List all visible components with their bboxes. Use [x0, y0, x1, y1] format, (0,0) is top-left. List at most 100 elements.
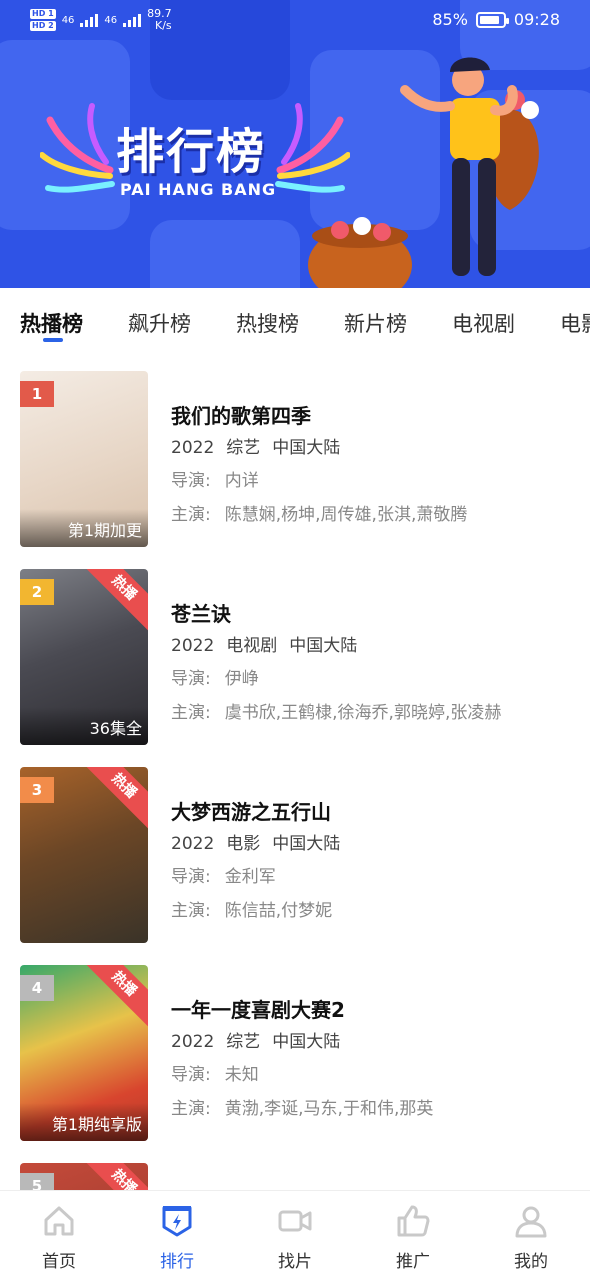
item-cast: 主演: 陈信喆,付梦妮: [171, 896, 332, 921]
nav-promote-label: 推广: [396, 1252, 430, 1272]
ranking-item[interactable]: 3 热播 大梦西游之五行山 2022 电影 中国大陆 导演: 金利军 主演: 陈信喆,付…: [0, 754, 590, 944]
director-label: 导演:: [171, 1065, 211, 1085]
sim-indicators: HD 1 HD 2: [30, 9, 56, 31]
cast-value: 陈慧娴,杨坤,周传雄,张淇,萧敬腾: [224, 505, 468, 525]
tab-new-releases[interactable]: 新片榜: [344, 308, 407, 338]
item-genre: 综艺: [226, 438, 261, 458]
banner-bg-card: [150, 220, 300, 288]
item-genre: 电影: [226, 834, 261, 854]
signal2-label: 46: [104, 14, 118, 26]
item-region: 中国大陆: [272, 834, 341, 854]
item-cast: 主演: 黄渤,李诞,马东,于和伟,那英: [171, 1094, 433, 1119]
battery-icon: [475, 11, 509, 28]
item-director: 导演: 金利军: [171, 862, 276, 887]
hot-badge: 热播: [79, 965, 148, 1029]
rank-badge: 5: [20, 1173, 54, 1190]
episode-note: 36集全: [89, 719, 142, 738]
cast-value: 陈信喆,付梦妮: [224, 901, 333, 921]
rank-badge: 1: [20, 381, 54, 407]
item-region: 中国大陆: [272, 438, 341, 458]
director-label: 导演:: [171, 867, 211, 887]
status-bar: HD 1 HD 2 46 46 89.7 K/s 85% 09:28: [0, 0, 590, 42]
ranking-item[interactable]: 5 热播: [0, 1150, 590, 1190]
item-director: 导演: 未知: [171, 1060, 259, 1085]
item-director: 导演: 内详: [171, 466, 259, 491]
rank-badge: 2: [20, 579, 54, 605]
tab-hot-play[interactable]: 热播榜: [20, 308, 83, 338]
item-meta: 2022 电影 中国大陆: [171, 829, 352, 854]
home-icon: [44, 1206, 74, 1236]
item-director: 导演: 伊峥: [171, 664, 259, 689]
sim2-badge: HD 2: [30, 21, 56, 31]
item-cast: 主演: 虞书欣,王鹤棣,徐海乔,郭晓婷,张凌赫: [171, 698, 501, 723]
ranking-icon: [162, 1206, 192, 1237]
video-camera-icon: [278, 1210, 312, 1232]
hot-badge: 热播: [79, 767, 148, 831]
clock: 09:28: [513, 10, 560, 29]
ranking-item[interactable]: 2 热播 36集全 苍兰诀 2022 电视剧 中国大陆 导演: 伊峥 主演: 虞书欣,王…: [0, 556, 590, 746]
item-year: 2022: [171, 1032, 215, 1052]
sim1-badge: HD 1: [30, 9, 56, 19]
network-speed: 89.7 K/s: [147, 7, 172, 32]
item-meta: 2022 综艺 中国大陆: [171, 433, 352, 458]
banner-subtitle: PAI HANG BANG: [120, 180, 277, 199]
active-tab-indicator: [43, 338, 63, 342]
director-value: 伊峥: [224, 669, 259, 689]
item-region: 中国大陆: [289, 636, 358, 656]
item-title[interactable]: 苍兰诀: [171, 598, 231, 627]
episode-note: 第1期加更: [67, 521, 142, 540]
rank-badge: 4: [20, 975, 54, 1001]
signal1-label: 46: [61, 14, 75, 26]
ranking-item[interactable]: 4 热播 第1期纯享版 一年一度喜剧大赛2 2022 综艺 中国大陆 导演: 未知 主…: [0, 952, 590, 1142]
nav-home-label: 首页: [42, 1252, 76, 1272]
poster-image[interactable]: 5 热播: [20, 1163, 148, 1190]
cast-value: 虞书欣,王鹤棣,徐海乔,郭晓婷,张凌赫: [224, 703, 502, 723]
tab-movies[interactable]: 电影: [560, 308, 590, 338]
poster-image[interactable]: 1 第1期加更: [20, 371, 148, 547]
signal-icon: [80, 13, 99, 27]
hot-badge: 热播: [79, 1163, 148, 1190]
cast-label: 主演:: [171, 703, 211, 723]
item-cast: 主演: 陈慧娴,杨坤,周传雄,张淇,萧敬腾: [171, 500, 467, 525]
bottom-navigation: 首页 排行 找片 推广 我的: [0, 1190, 590, 1278]
item-genre: 电视剧: [226, 636, 278, 656]
director-label: 导演:: [171, 471, 211, 491]
item-meta: 2022 电视剧 中国大陆: [171, 631, 369, 656]
ranking-list: 1 第1期加更 我们的歌第四季 2022 综艺 中国大陆 导演: 内详 主演: 陈慧娴,…: [0, 358, 590, 1190]
poster-image[interactable]: 2 热播 36集全: [20, 569, 148, 745]
director-value: 未知: [224, 1065, 259, 1085]
person-with-gift-sack-illustration: [308, 57, 539, 288]
episode-note: 第1期纯享版: [51, 1115, 142, 1134]
signal-icon: [123, 13, 142, 27]
director-value: 金利军: [224, 867, 276, 887]
nav-promote[interactable]: 推广: [354, 1191, 472, 1278]
director-value: 内详: [224, 471, 259, 491]
banner-title: 排行榜: [116, 124, 267, 180]
item-title[interactable]: 我们的歌第四季: [171, 400, 311, 429]
nav-find-videos-label: 找片: [278, 1252, 312, 1272]
cast-label: 主演:: [171, 1099, 211, 1119]
item-genre: 综艺: [226, 1032, 261, 1052]
director-label: 导演:: [171, 669, 211, 689]
item-title[interactable]: 一年一度喜剧大赛2: [171, 994, 345, 1023]
cast-label: 主演:: [171, 505, 211, 525]
hot-badge: 热播: [79, 569, 148, 633]
tab-tv-series[interactable]: 电视剧: [452, 308, 515, 338]
item-title[interactable]: 大梦西游之五行山: [171, 796, 331, 825]
nav-home[interactable]: 首页: [0, 1191, 118, 1278]
tab-rising[interactable]: 飙升榜: [128, 308, 191, 338]
ranking-banner: HD 1 HD 2 46 46 89.7 K/s 85% 09:28 排行榜 P…: [0, 0, 590, 288]
nav-find-videos[interactable]: 找片: [236, 1191, 354, 1278]
nav-ranking-label: 排行: [160, 1252, 194, 1272]
battery-percent: 85%: [432, 10, 468, 29]
item-year: 2022: [171, 834, 215, 854]
tab-hot-search[interactable]: 热搜榜: [236, 308, 299, 338]
item-year: 2022: [171, 438, 215, 458]
nav-profile[interactable]: 我的: [472, 1191, 590, 1278]
ranking-item[interactable]: 1 第1期加更 我们的歌第四季 2022 综艺 中国大陆 导演: 内详 主演: 陈慧娴,…: [0, 358, 590, 548]
nav-ranking[interactable]: 排行: [118, 1191, 236, 1278]
rank-badge: 3: [20, 777, 54, 803]
cast-value: 黄渤,李诞,马东,于和伟,那英: [224, 1099, 434, 1119]
poster-image[interactable]: 3 热播: [20, 767, 148, 943]
poster-image[interactable]: 4 热播 第1期纯享版: [20, 965, 148, 1141]
